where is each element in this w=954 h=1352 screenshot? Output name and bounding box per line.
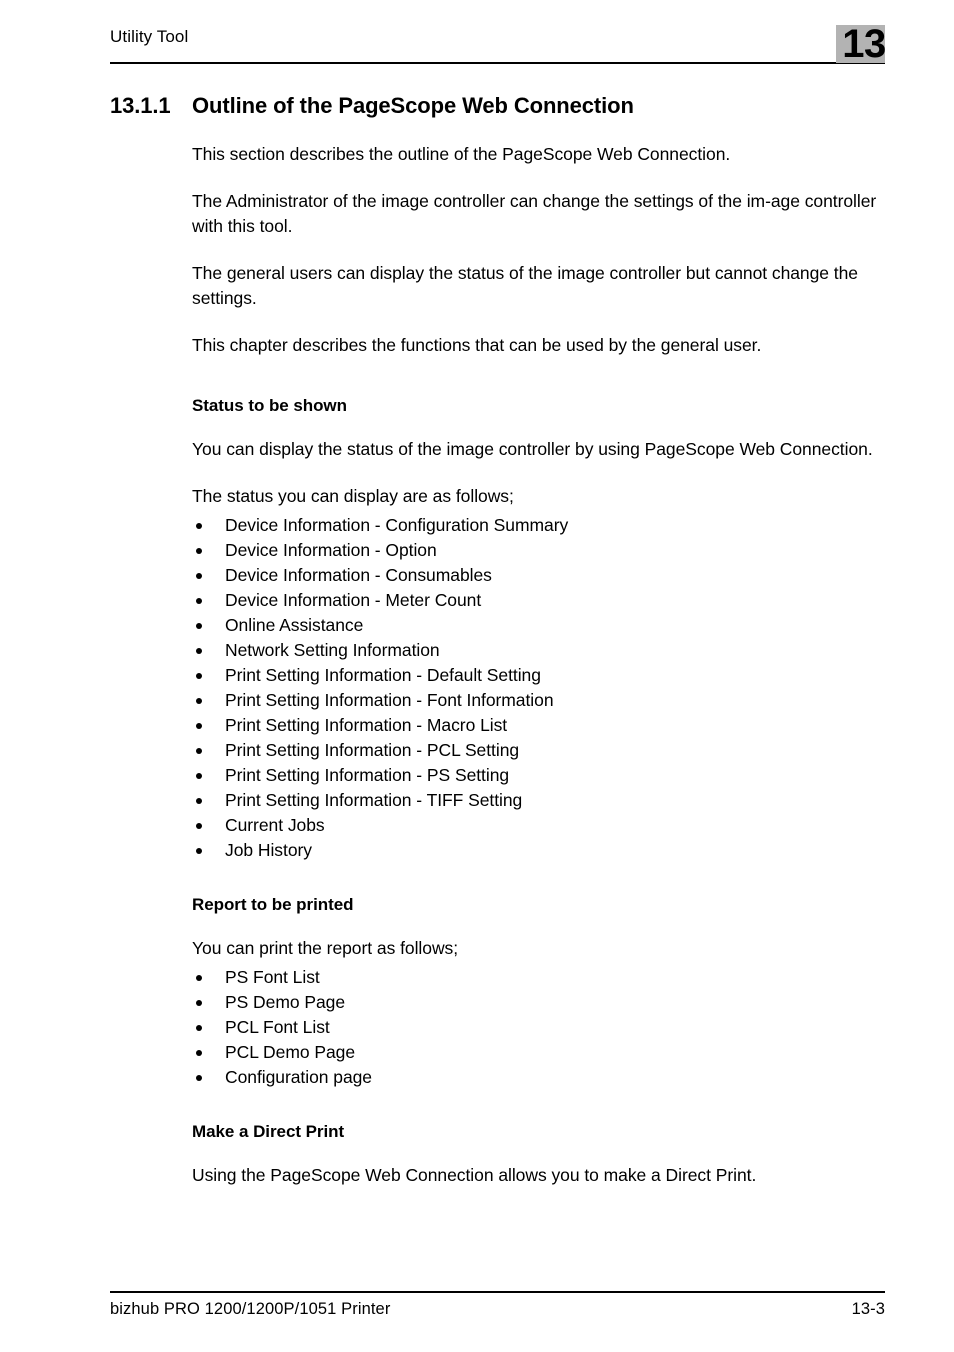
list-item: Print Setting Information - PS Setting — [192, 763, 880, 788]
page-title: Outline of the PageScope Web Connection — [192, 93, 634, 118]
footer-page-number: 13-3 — [851, 1300, 885, 1318]
bullet-icon — [196, 975, 202, 981]
status-list-lead: The status you can display are as follow… — [192, 486, 514, 506]
list-item-label: Print Setting Information - Default Sett… — [225, 665, 541, 685]
bullet-icon — [196, 748, 202, 754]
bullet-icon — [196, 548, 202, 554]
report-list: PS Font List PS Demo Page PCL Font List … — [192, 965, 880, 1090]
footer-product-name: bizhub PRO 1200/1200P/1051 Printer — [110, 1300, 391, 1318]
document-page: Utility Tool 13 13.1.1 Outline of the Pag… — [0, 0, 954, 1352]
list-item-label: Print Setting Information - Font Informa… — [225, 690, 554, 710]
running-header-title: Utility Tool — [110, 27, 189, 46]
list-item: Print Setting Information - PCL Setting — [192, 738, 880, 763]
list-item-label: Network Setting Information — [225, 640, 440, 660]
bullet-icon — [196, 798, 202, 804]
status-section-paragraph: You can display the status of the image … — [192, 439, 873, 459]
list-item: PS Demo Page — [192, 990, 880, 1015]
bullet-icon — [196, 523, 202, 529]
bullet-icon — [196, 673, 202, 679]
report-section-heading: Report to be printed — [192, 895, 354, 914]
list-item-label: Print Setting Information - TIFF Setting — [225, 790, 523, 810]
list-item: Print Setting Information - Macro List — [192, 713, 880, 738]
list-item: Job History — [192, 838, 880, 863]
section-number: 13.1.1 — [110, 93, 171, 118]
bullet-icon — [196, 598, 202, 604]
list-item-label: PS Demo Page — [225, 992, 346, 1012]
list-item: Device Information - Option — [192, 538, 880, 563]
page-header: Utility Tool — [110, 26, 885, 64]
list-item: PS Font List — [192, 965, 880, 990]
direct-print-paragraph: Using the PageScope Web Connection allow… — [192, 1165, 757, 1185]
header-rule — [110, 62, 885, 64]
list-item: Configuration page — [192, 1065, 880, 1090]
list-item-label: Configuration page — [225, 1067, 372, 1087]
bullet-icon — [196, 773, 202, 779]
intro-paragraph-3: The general users can display the status… — [192, 263, 858, 308]
page-footer: bizhub PRO 1200/1200P/1051 Printer 13-3 — [110, 1298, 885, 1324]
list-item: Network Setting Information — [192, 638, 880, 663]
list-item-label: Job History — [225, 840, 312, 860]
status-list: Device Information - Configuration Summa… — [192, 513, 880, 863]
bullet-icon — [196, 1050, 202, 1056]
direct-print-section-heading: Make a Direct Print — [192, 1122, 345, 1141]
list-item-label: Current Jobs — [225, 815, 325, 835]
list-item: Current Jobs — [192, 813, 880, 838]
bullet-icon — [196, 1075, 202, 1081]
list-item-label: PCL Font List — [225, 1017, 330, 1037]
bullet-icon — [196, 723, 202, 729]
report-list-lead: You can print the report as follows; — [192, 938, 459, 958]
list-item-label: Device Information - Option — [225, 540, 437, 560]
status-section-heading: Status to be shown — [192, 396, 347, 415]
list-item-label: Device Information - Consumables — [225, 565, 492, 585]
list-item-label: PCL Demo Page — [225, 1042, 356, 1062]
page-content: 13.1.1 Outline of the PageScope Web Conne… — [0, 92, 954, 1210]
list-item-label: Device Information - Meter Count — [225, 590, 482, 610]
intro-paragraph-4: This chapter describes the functions tha… — [192, 335, 762, 355]
intro-paragraph-2: The Administrator of the image controlle… — [192, 191, 877, 236]
section-heading: 13.1.1 Outline of the PageScope Web Conne… — [0, 92, 954, 120]
bullet-icon — [196, 623, 202, 629]
bullet-icon — [196, 573, 202, 579]
list-item-label: Print Setting Information - PS Setting — [225, 765, 510, 785]
list-item: Device Information - Configuration Summa… — [192, 513, 880, 538]
list-item-label: Print Setting Information - PCL Setting — [225, 740, 520, 760]
list-item: Device Information - Meter Count — [192, 588, 880, 613]
list-item: Print Setting Information - Default Sett… — [192, 663, 880, 688]
bullet-icon — [196, 1000, 202, 1006]
list-item-label: Online Assistance — [225, 615, 364, 635]
list-item: Online Assistance — [192, 613, 880, 638]
bullet-icon — [196, 823, 202, 829]
bullet-icon — [196, 648, 202, 654]
list-item: PCL Font List — [192, 1015, 880, 1040]
bullet-icon — [196, 1025, 202, 1031]
intro-paragraph-1: This section describes the outline of th… — [192, 144, 731, 164]
list-item: PCL Demo Page — [192, 1040, 880, 1065]
list-item-label: PS Font List — [225, 967, 320, 987]
bullet-icon — [196, 848, 202, 854]
list-item-label: Print Setting Information - Macro List — [225, 715, 508, 735]
chapter-number: 13 — [842, 22, 886, 66]
bullet-icon — [196, 698, 202, 704]
list-item: Print Setting Information - Font Informa… — [192, 688, 880, 713]
list-item-label: Device Information - Configuration Summa… — [225, 515, 569, 535]
body-block: This section describes the outline of th… — [0, 142, 954, 1188]
list-item: Device Information - Consumables — [192, 563, 880, 588]
list-item: Print Setting Information - TIFF Setting — [192, 788, 880, 813]
footer-rule — [110, 1291, 885, 1293]
